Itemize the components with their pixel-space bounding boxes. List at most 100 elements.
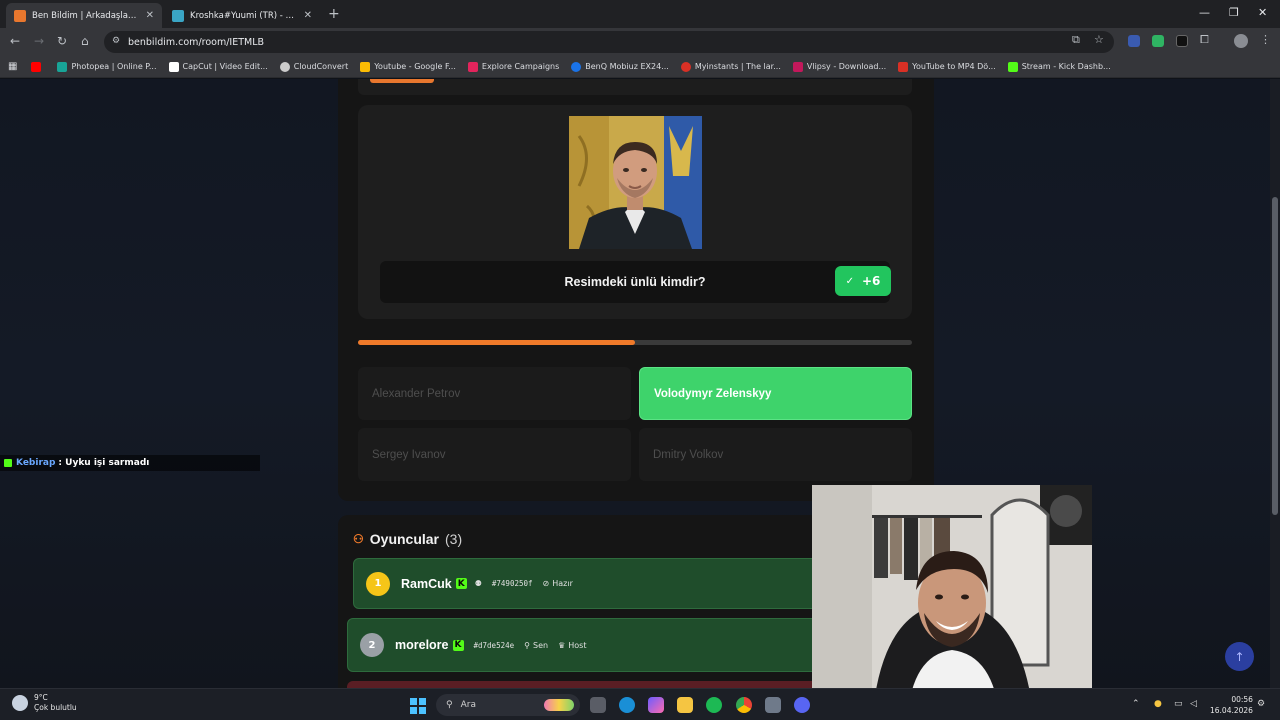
- bookmark-photopea[interactable]: Photopea | Online P...: [57, 61, 157, 72]
- league-favicon: [172, 9, 184, 22]
- windows-taskbar: 9°C Çok bulutlu ⚲ Ara ⌃ ● ▭ ◁ 00:56 16.0…: [0, 688, 1280, 720]
- search-icon: ⚲: [446, 700, 453, 710]
- browser-toolbar: ← → ↻ ⌂ ⚙ benbildim.com/room/IETMLB ⧉ ☆ …: [0, 28, 1280, 56]
- scrollbar-thumb[interactable]: [1272, 197, 1278, 515]
- close-tab-icon[interactable]: ✕: [304, 10, 312, 21]
- back-icon[interactable]: ←: [10, 34, 20, 48]
- extensions-puzzle-icon[interactable]: ⧠: [1200, 33, 1209, 47]
- ready-status: ⊘ Hazır: [543, 579, 573, 588]
- site-info-icon[interactable]: ⚙: [112, 36, 120, 46]
- capcut-icon: [168, 61, 179, 72]
- microphone-icon[interactable]: ●: [1154, 699, 1162, 709]
- profile-avatar[interactable]: [1234, 34, 1248, 48]
- check-icon: ✓: [845, 275, 854, 287]
- bookmark-explore-campaigns[interactable]: Explore Campaigns: [467, 61, 559, 72]
- campaigns-icon: [467, 61, 478, 72]
- menu-kebab-icon[interactable]: ⋮: [1260, 33, 1271, 46]
- players-count: (3): [445, 531, 463, 547]
- scroll-to-top-button[interactable]: ↑: [1225, 642, 1254, 671]
- spotify-icon[interactable]: [706, 697, 722, 713]
- answer-option-3[interactable]: Sergey Ivanov: [358, 428, 631, 481]
- window-close-icon[interactable]: ✕: [1258, 6, 1267, 19]
- game-card: Resimdeki ünlü kimdir? ✓ +6 Alexander Pe…: [338, 79, 934, 501]
- extension-icon[interactable]: [1176, 35, 1188, 47]
- question-text: Resimdeki ünlü kimdir?: [564, 275, 706, 289]
- task-view-icon[interactable]: [590, 697, 606, 713]
- home-icon[interactable]: ⌂: [81, 34, 89, 48]
- network-icon[interactable]: ▭: [1174, 699, 1183, 709]
- reload-icon[interactable]: ↻: [57, 34, 67, 48]
- answer-option-1[interactable]: Alexander Petrov: [358, 367, 631, 420]
- players-heading: ⚇ Oyuncular (3): [353, 531, 462, 547]
- chrome-icon[interactable]: [736, 697, 752, 713]
- file-explorer-icon[interactable]: [677, 697, 693, 713]
- browser-tab-bar: Ben Bildim | Arkadaşlarınla ✕ Kroshka#Yu…: [0, 0, 1280, 28]
- vlipsy-icon: [792, 61, 803, 72]
- tab-title: Ben Bildim | Arkadaşlarınla: [32, 10, 140, 21]
- bookmark-myinstants[interactable]: Myinstants | The lar...: [680, 61, 781, 72]
- bookmark-cloudconvert[interactable]: CloudConvert: [279, 61, 348, 72]
- timer-progress-fill: [358, 340, 635, 345]
- edge-icon[interactable]: [619, 697, 635, 713]
- tray-overflow-icon[interactable]: ⌃: [1132, 699, 1140, 709]
- minimize-icon[interactable]: —: [1199, 6, 1210, 19]
- you-label: Sen: [533, 640, 549, 650]
- extension-icon[interactable]: [1128, 35, 1140, 47]
- tab-leagueofgraphs[interactable]: Kroshka#Yuumi (TR) - LeagueO ✕: [164, 3, 320, 28]
- cloud-weather-icon: [12, 695, 28, 711]
- tab-ben-bildim[interactable]: Ben Bildim | Arkadaşlarınla ✕: [6, 3, 162, 28]
- new-tab-icon[interactable]: +: [328, 6, 340, 22]
- discord-icon[interactable]: [794, 697, 810, 713]
- bookmark-benq[interactable]: BenQ Mobiuz EX24...: [571, 61, 669, 72]
- notifications-icon[interactable]: ⚙: [1257, 699, 1265, 709]
- forward-icon[interactable]: →: [34, 34, 44, 48]
- chat-username: Kebirap: [16, 458, 56, 468]
- check-circle-icon: ⊘: [542, 579, 550, 588]
- bookmark-youtube[interactable]: [31, 61, 45, 72]
- taskbar-search[interactable]: ⚲ Ara: [436, 694, 580, 716]
- bookmark-google-fonts[interactable]: Youtube - Google F...: [360, 61, 456, 72]
- address-bar[interactable]: ⚙ benbildim.com/room/IETMLB: [104, 31, 1114, 53]
- weather-description: Çok bulutlu: [34, 703, 77, 712]
- bookmark-star-icon[interactable]: ☆: [1094, 33, 1104, 46]
- shield-extension-icon[interactable]: [1152, 35, 1164, 47]
- photopea-icon: [57, 61, 68, 72]
- windows-start-icon[interactable]: [410, 698, 426, 714]
- download-icon: [898, 61, 909, 72]
- answer-option-4[interactable]: Dmitry Volkov: [639, 428, 912, 481]
- apps-grid-icon[interactable]: ▦: [8, 61, 17, 72]
- weather-widget[interactable]: 9°C Çok bulutlu: [12, 693, 77, 713]
- steam-icon[interactable]: [765, 697, 781, 713]
- ben-bildim-favicon: [14, 9, 26, 22]
- temperature: 9°C: [34, 693, 48, 702]
- verified-icon: [571, 61, 582, 72]
- crown-icon: ♛: [558, 640, 566, 650]
- kick-verified-icon: K: [452, 639, 464, 651]
- clock-time: 00:56: [1231, 695, 1253, 704]
- copilot-icon[interactable]: [648, 697, 664, 713]
- restore-icon[interactable]: ❐: [1229, 6, 1239, 19]
- bookmark-kick[interactable]: Stream - Kick Dashb...: [1007, 61, 1111, 72]
- add-friend-icon[interactable]: ⚉: [475, 579, 482, 588]
- answer-label: Volodymyr Zelenskyy: [654, 387, 772, 400]
- bookmark-youtube-mp4[interactable]: YouTube to MP4 Dö...: [898, 61, 996, 72]
- youtube-icon: [31, 61, 42, 72]
- close-tab-icon[interactable]: ✕: [146, 10, 154, 21]
- bookmark-capcut[interactable]: CapCut | Video Edit...: [168, 61, 268, 72]
- page-scrollbar[interactable]: [1270, 79, 1280, 688]
- kick-icon: [4, 459, 12, 467]
- points-badge: ✓ +6: [835, 266, 891, 296]
- timer-progress-bar: [358, 340, 912, 345]
- users-icon: ⚇: [353, 532, 364, 546]
- volume-icon[interactable]: ◁: [1190, 699, 1197, 709]
- myinstants-icon: [680, 61, 691, 72]
- kick-icon: [1007, 61, 1018, 72]
- answer-option-2-correct[interactable]: Volodymyr Zelenskyy: [639, 367, 912, 420]
- points-value: +6: [861, 274, 881, 288]
- install-app-icon[interactable]: ⧉: [1072, 33, 1080, 47]
- player-tag: #7490250f: [491, 579, 533, 588]
- system-clock[interactable]: 00:56 16.04.2026: [1210, 694, 1253, 716]
- host-indicator: ♛ Host: [558, 641, 586, 650]
- bookmark-vlipsy[interactable]: Vlipsy - Download...: [792, 61, 886, 72]
- question-box: Resimdeki ünlü kimdir? ✓ +6: [358, 105, 912, 319]
